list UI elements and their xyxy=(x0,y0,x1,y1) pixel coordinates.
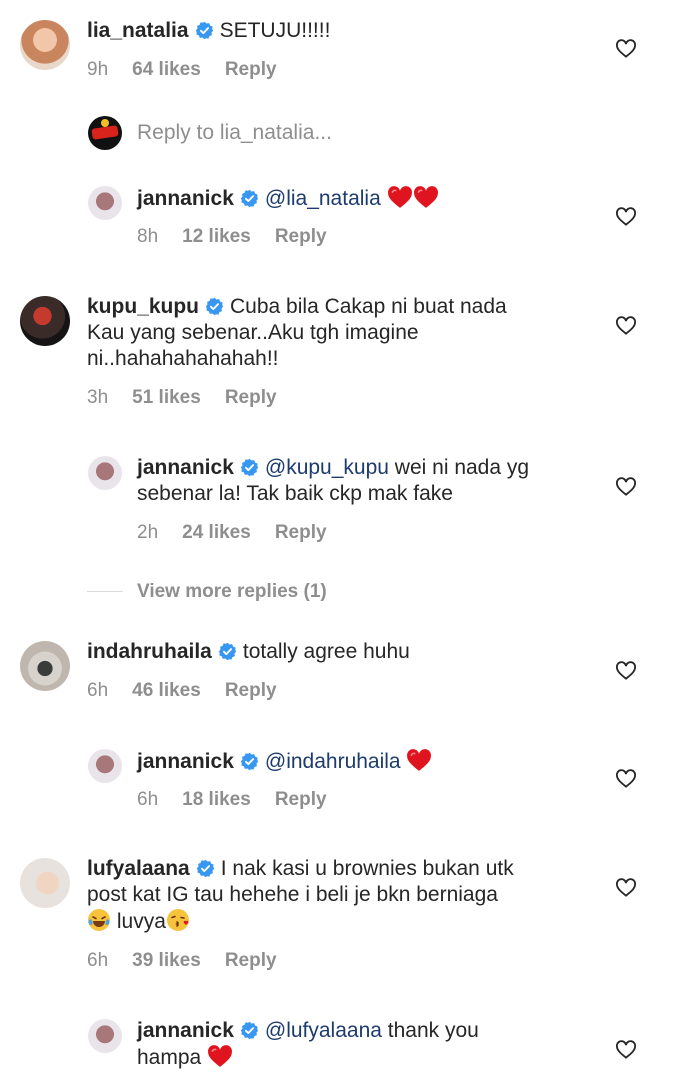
comment-text-line: hampa xyxy=(137,1044,233,1071)
timestamp: 6h xyxy=(87,680,109,701)
comment-jannanick-4: jannanick @lufyalaana thank you xyxy=(137,1018,479,1044)
reply-button[interactable]: Reply xyxy=(225,387,277,408)
timestamp: 8h xyxy=(137,226,159,247)
verified-badge-icon xyxy=(240,1021,259,1040)
timestamp: 9h xyxy=(87,59,109,80)
heart-icon[interactable] xyxy=(615,660,637,680)
comment-text-line: Kau yang sebenar..Aku tgh imagine xyxy=(87,321,419,344)
username[interactable]: jannanick xyxy=(137,456,234,479)
reply-button[interactable]: Reply xyxy=(275,789,327,810)
likes-count[interactable]: 51 likes xyxy=(132,387,201,408)
verified-badge-icon xyxy=(240,458,259,477)
comment-meta: 8h 12 likes Reply xyxy=(137,226,351,248)
username[interactable]: lufyalaana xyxy=(87,857,190,880)
timestamp: 6h xyxy=(87,950,109,971)
view-more-replies-button[interactable]: View more replies (1) xyxy=(137,581,327,603)
reply-button[interactable]: Reply xyxy=(225,680,277,701)
comment-jannanick-1: jannanick @lia_natalia xyxy=(137,185,439,212)
comment-meta: 6h 39 likes Reply xyxy=(87,950,301,972)
reply-button[interactable]: Reply xyxy=(275,226,327,247)
mention[interactable]: @lufyalaana xyxy=(265,1019,382,1042)
mention[interactable]: @lia_natalia xyxy=(265,187,381,210)
laughing-tears-emoji xyxy=(88,909,110,931)
heart-icon[interactable] xyxy=(615,877,637,897)
comment-text-line: luvya xyxy=(87,908,190,935)
comment-jannanick-3: jannanick @indahruhaila xyxy=(137,748,432,775)
timestamp: 6h xyxy=(137,789,159,810)
username[interactable]: jannanick xyxy=(137,187,234,210)
comment-text-line: ni..hahahahahahah!! xyxy=(87,347,279,370)
comment-text: SETUJU!!!!! xyxy=(219,19,331,42)
likes-count[interactable]: 39 likes xyxy=(132,950,201,971)
comment-indahruhaila: indahruhaila totally agree huhu xyxy=(87,639,410,665)
avatar-jannanick[interactable] xyxy=(88,749,122,783)
heart-icon[interactable] xyxy=(615,206,637,226)
comment-text: totally agree huhu xyxy=(242,640,410,663)
heart-icon[interactable] xyxy=(615,768,637,788)
mention[interactable]: @kupu_kupu xyxy=(265,456,389,479)
verified-badge-icon xyxy=(240,189,259,208)
avatar-jannanick[interactable] xyxy=(88,456,122,490)
likes-count[interactable]: 24 likes xyxy=(182,522,251,543)
avatar-indahruhaila[interactable] xyxy=(20,641,70,691)
avatar-jannanick[interactable] xyxy=(88,186,122,220)
comment-meta: 6h 46 likes Reply xyxy=(87,680,301,702)
comment-text: wei ni nada yg xyxy=(394,456,530,479)
comment-lia-natalia: lia_natalia SETUJU!!!!! xyxy=(87,18,330,44)
avatar-lufyalaana[interactable] xyxy=(20,858,70,908)
divider xyxy=(87,591,123,592)
comment-text: luvya xyxy=(116,910,166,933)
timestamp: 3h xyxy=(87,387,109,408)
likes-count[interactable]: 46 likes xyxy=(132,680,201,701)
verified-badge-icon xyxy=(218,642,237,661)
red-heart-emoji xyxy=(207,1044,233,1068)
comment-jannanick-2: jannanick @kupu_kupu wei ni nada yg xyxy=(137,455,529,481)
comment-text: I nak kasi u brownies bukan utk xyxy=(220,857,514,880)
comment-text: hampa xyxy=(137,1046,202,1069)
verified-badge-icon xyxy=(196,859,215,878)
red-heart-emoji xyxy=(406,748,432,772)
reply-button[interactable]: Reply xyxy=(275,522,327,543)
mention[interactable]: @indahruhaila xyxy=(265,750,401,773)
comment-meta: 6h 18 likes Reply xyxy=(137,789,351,811)
heart-icon[interactable] xyxy=(615,315,637,335)
comment-kupu-kupu: kupu_kupu Cuba bila Cakap ni buat nada xyxy=(87,294,507,320)
comment-meta: 2h 24 likes Reply xyxy=(137,522,351,544)
username[interactable]: indahruhaila xyxy=(87,640,212,663)
verified-badge-icon xyxy=(205,297,224,316)
heart-icon[interactable] xyxy=(615,38,637,58)
comment-lufyalaana: lufyalaana I nak kasi u brownies bukan ut… xyxy=(87,856,514,882)
avatar-jannanick[interactable] xyxy=(88,1019,122,1053)
username[interactable]: jannanick xyxy=(137,750,234,773)
timestamp: 2h xyxy=(137,522,159,543)
username[interactable]: jannanick xyxy=(137,1019,234,1042)
reply-input[interactable]: Reply to lia_natalia... xyxy=(137,120,332,146)
username[interactable]: kupu_kupu xyxy=(87,295,199,318)
heart-icon[interactable] xyxy=(615,476,637,496)
comment-text-line: sebenar la! Tak baik ckp mak fake xyxy=(137,482,453,505)
verified-badge-icon xyxy=(240,752,259,771)
likes-count[interactable]: 18 likes xyxy=(182,789,251,810)
username[interactable]: lia_natalia xyxy=(87,19,189,42)
comment-text: thank you xyxy=(387,1019,479,1042)
likes-count[interactable]: 12 likes xyxy=(182,226,251,247)
avatar-current-user xyxy=(88,116,122,150)
avatar-kupu-kupu[interactable] xyxy=(20,296,70,346)
reply-button[interactable]: Reply xyxy=(225,59,277,80)
comment-text-line: post kat IG tau hehehe i beli je bkn ber… xyxy=(87,883,498,906)
kiss-emoji xyxy=(166,909,189,931)
verified-badge-icon xyxy=(195,21,214,40)
comment-meta: 3h 51 likes Reply xyxy=(87,387,301,409)
likes-count[interactable]: 64 likes xyxy=(132,59,201,80)
reply-button[interactable]: Reply xyxy=(225,950,277,971)
heart-icon[interactable] xyxy=(615,1039,637,1059)
red-heart-emoji xyxy=(413,185,439,209)
comment-meta: 9h 64 likes Reply xyxy=(87,59,301,81)
comment-text: Cuba bila Cakap ni buat nada xyxy=(230,295,507,318)
avatar-lia-natalia[interactable] xyxy=(20,20,70,70)
red-heart-emoji xyxy=(387,185,413,209)
